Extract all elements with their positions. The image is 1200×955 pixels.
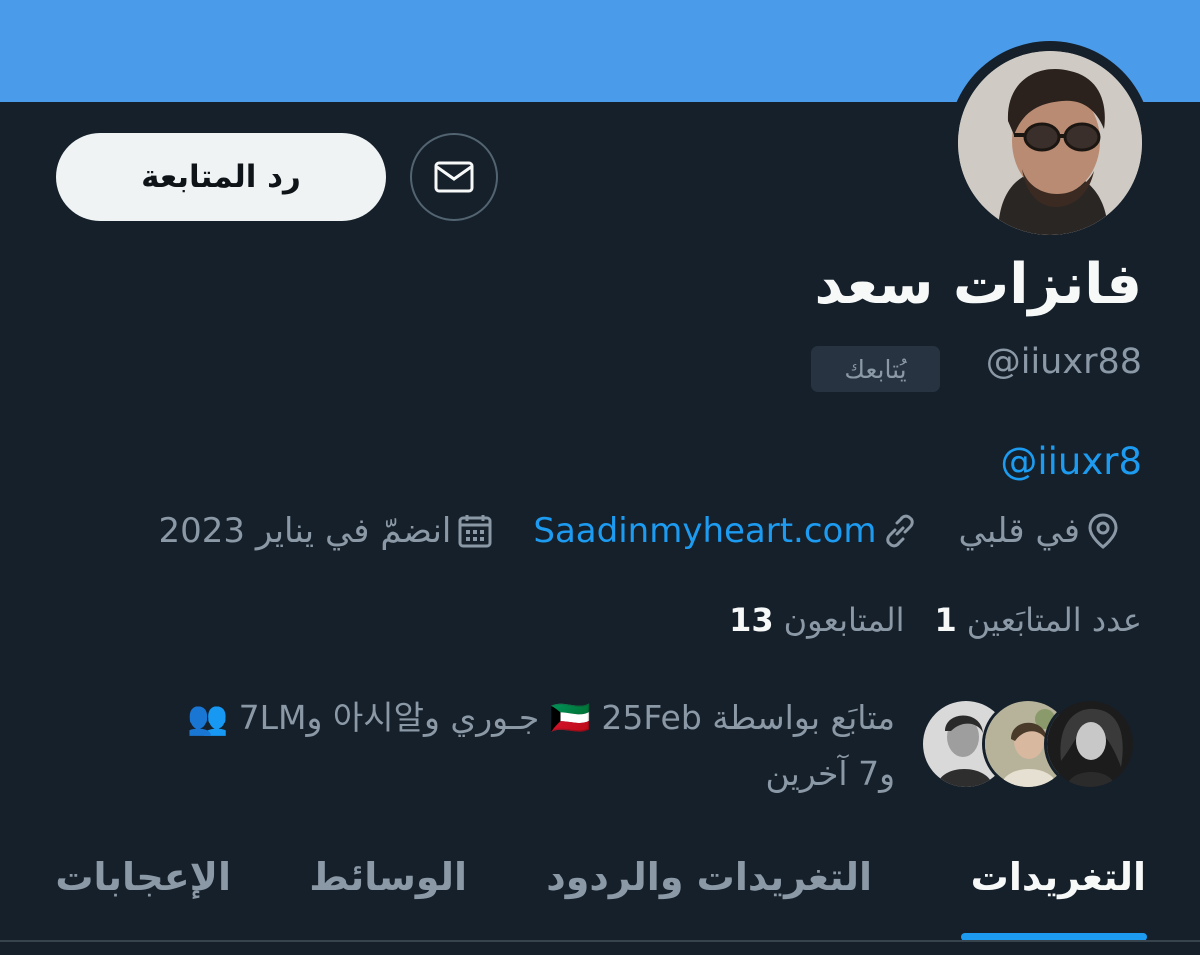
following-count: 1 — [934, 601, 957, 639]
link-icon — [886, 514, 915, 548]
location-pin-icon — [1088, 513, 1118, 549]
profile-avatar[interactable] — [958, 51, 1142, 235]
message-button[interactable] — [410, 133, 498, 221]
avatar-photo-icon — [958, 51, 1142, 235]
tab-tweets-and-replies[interactable]: التغريدات والردود — [546, 855, 872, 899]
envelope-icon — [434, 161, 474, 193]
follow-back-button[interactable]: رد المتابعة — [56, 133, 386, 221]
joined-item: انضمّ في يناير 2023 — [159, 511, 494, 551]
tabs-divider — [0, 940, 1200, 942]
followed-by-line1: متابَع بواسطة 🇰🇼 25Feb جـوري و아시알 و7LM 👥 — [186, 698, 895, 737]
location-item: في قلبي — [958, 511, 1120, 551]
user-handle: @iiuxr88 — [985, 342, 1142, 382]
followers-stat[interactable]: 13 المتابعون — [729, 601, 904, 639]
profile-meta-row: في قلبي Saadinmyheart.com انضمّ في يناير… — [159, 511, 1121, 551]
followers-count: 13 — [729, 601, 774, 639]
display-name: فانزات سعد — [814, 252, 1142, 317]
profile-tabs: التغريدات التغريدات والردود الوسائط الإع… — [0, 835, 1200, 941]
followed-by-line2: و7 آخرين — [765, 754, 895, 793]
tab-likes[interactable]: الإعجابات — [55, 855, 231, 899]
tab-tweets[interactable]: التغريدات — [971, 855, 1146, 899]
location-text: في قلبي — [958, 511, 1080, 551]
calendar-icon — [458, 515, 492, 548]
website-item: Saadinmyheart.com — [533, 511, 918, 551]
follower-photo-icon — [1047, 701, 1133, 787]
website-link[interactable]: Saadinmyheart.com — [533, 511, 876, 551]
followed-by-text[interactable]: متابَع بواسطة 🇰🇼 25Feb جـوري و아시알 و7LM 👥… — [95, 690, 895, 802]
following-label: عدد المتابَعين — [966, 601, 1142, 639]
follow-stats: 1 عدد المتابَعين 13 المتابعون — [729, 601, 1142, 639]
joined-date: انضمّ في يناير 2023 — [158, 511, 452, 551]
bio-mention-link[interactable]: @iiuxr8 — [1000, 440, 1142, 483]
follows-you-badge: يُتابعك — [811, 346, 940, 392]
following-stat[interactable]: 1 عدد المتابَعين — [935, 601, 1142, 639]
profile-page: رد المتابعة فانزات سعد @iiuxr88 يُتابعك … — [0, 0, 1200, 955]
followers-label: المتابعون — [783, 601, 905, 639]
tab-media[interactable]: الوسائط — [309, 855, 467, 899]
followed-by-avatars[interactable] — [920, 698, 1140, 792]
follower-avatar — [1044, 698, 1136, 790]
